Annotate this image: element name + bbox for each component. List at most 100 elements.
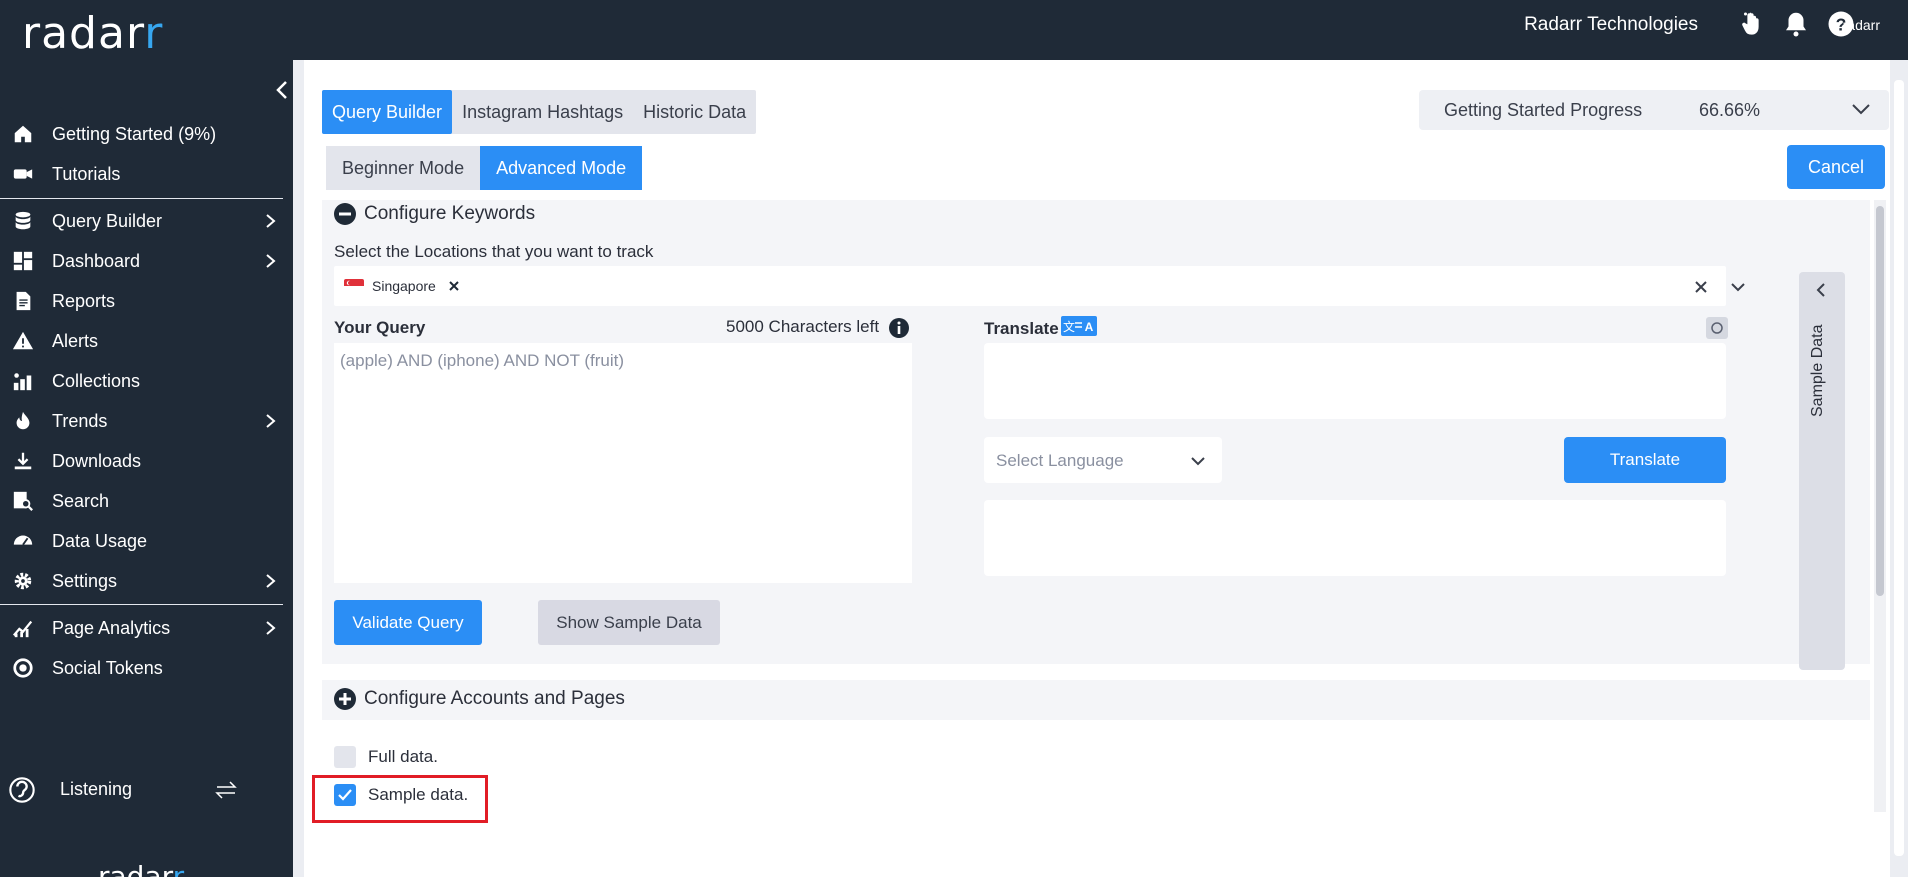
- home-icon: [14, 125, 32, 143]
- sidebar-item-collections[interactable]: Collections: [0, 361, 293, 401]
- language-placeholder: Select Language: [996, 451, 1124, 470]
- touch-icon[interactable]: [1738, 9, 1768, 39]
- app-logo[interactable]: radarr: [22, 8, 163, 59]
- locations-select[interactable]: Singapore: [334, 266, 1745, 306]
- configure-keywords-title: Configure Keywords: [364, 203, 536, 224]
- listening-label: Listening: [60, 779, 133, 799]
- configure-accounts-title: Configure Accounts and Pages: [364, 688, 625, 709]
- sidebar-item-alerts[interactable]: Alerts: [0, 321, 293, 361]
- full-data-option[interactable]: Full data.: [334, 746, 438, 768]
- sidebar-item-search[interactable]: Search: [0, 481, 293, 521]
- sidebar: Getting Started (9%) Tutorials Query Bui…: [0, 60, 293, 877]
- alert-icon: [12, 331, 34, 350]
- translate-button[interactable]: Translate: [1564, 437, 1726, 483]
- cancel-button[interactable]: Cancel: [1787, 145, 1885, 189]
- sample-data-panel-toggle[interactable]: Sample Data: [1799, 272, 1845, 670]
- language-select[interactable]: Select Language: [984, 437, 1222, 483]
- sidebar-divider: [0, 198, 283, 199]
- translate-icon: 文A: [1061, 316, 1097, 336]
- chevron-down-icon: [1191, 457, 1205, 466]
- collections-icon: [13, 373, 32, 391]
- locations-label: Select the Locations that you want to tr…: [334, 242, 654, 261]
- listening-icon: [9, 777, 35, 803]
- sidebar-item-query-builder[interactable]: Query Builder: [0, 201, 293, 241]
- token-icon: [13, 658, 33, 678]
- svg-text:文: 文: [1063, 319, 1075, 334]
- analytics-icon: [12, 620, 33, 638]
- chevron-down-icon: [1852, 104, 1870, 115]
- info-icon[interactable]: [888, 317, 910, 339]
- content-scrollbar-thumb[interactable]: [1876, 206, 1884, 596]
- clear-icon[interactable]: [1694, 280, 1708, 294]
- trends-icon: [16, 411, 30, 430]
- configure-keywords-header[interactable]: Configure Keywords: [334, 203, 535, 225]
- remove-chip-icon[interactable]: [448, 280, 460, 292]
- characters-left: 5000 Characters left: [726, 317, 880, 336]
- reset-translate-button[interactable]: [1706, 317, 1728, 339]
- gear-icon: [14, 572, 32, 590]
- sidebar-divider: [0, 604, 283, 605]
- full-data-checkbox[interactable]: [334, 746, 356, 768]
- sidebar-item-tutorials[interactable]: Tutorials: [0, 154, 293, 194]
- location-chip-label: Singapore: [372, 278, 436, 294]
- dashboard-icon: [13, 251, 33, 271]
- advanced-mode-button[interactable]: Advanced Mode: [480, 146, 643, 190]
- getting-started-progress[interactable]: Getting Started Progress 66.66%: [1419, 90, 1889, 130]
- expand-plus-icon: [334, 688, 356, 710]
- chevron-left-icon: [1816, 283, 1825, 297]
- bell-icon[interactable]: [1781, 9, 1811, 39]
- database-icon: [15, 211, 31, 230]
- tab-instagram-hashtags[interactable]: Instagram Hashtags: [452, 90, 633, 134]
- configure-accounts-header[interactable]: Configure Accounts and Pages: [334, 688, 625, 710]
- mode-toggle: Beginner Mode Advanced Mode: [326, 146, 643, 190]
- full-data-label: Full data.: [368, 747, 438, 766]
- chevron-right-icon: [266, 414, 276, 428]
- page-scrollbar[interactable]: [1890, 60, 1908, 877]
- video-icon: [13, 169, 33, 179]
- chevron-right-icon: [266, 574, 276, 588]
- progress-value: 66.66%: [1699, 100, 1761, 120]
- tab-query-builder[interactable]: Query Builder: [322, 90, 453, 134]
- sidebar-item-data-usage[interactable]: Data Usage: [0, 521, 293, 561]
- translate-input[interactable]: [984, 343, 1726, 419]
- sidebar-item-downloads[interactable]: Downloads: [0, 441, 293, 481]
- sidebar-item-dashboard[interactable]: Dashboard: [0, 241, 293, 281]
- top-bar: radarr Radarr Technologies ? radarr: [0, 0, 1908, 60]
- configure-accounts-card: Configure Accounts and Pages: [322, 680, 1870, 720]
- validate-query-button[interactable]: Validate Query: [334, 600, 482, 645]
- mini-logo[interactable]: radarr: [1843, 17, 1880, 33]
- sidebar-item-settings[interactable]: Settings: [0, 561, 293, 601]
- content-scrollbar[interactable]: [1874, 200, 1886, 812]
- tab-historic-data[interactable]: Historic Data: [633, 90, 756, 134]
- sidebar-item-getting-started[interactable]: Getting Started (9%): [0, 114, 293, 154]
- swap-icon[interactable]: [215, 780, 237, 800]
- gauge-icon: [13, 535, 33, 546]
- sidebar-logo: radarr: [98, 860, 185, 877]
- singapore-flag-icon: [344, 279, 364, 293]
- query-textarea[interactable]: [334, 343, 912, 583]
- listening-toggle[interactable]: Listening: [0, 770, 293, 810]
- refresh-icon: [1711, 322, 1723, 334]
- sidebar-item-social-tokens[interactable]: Social Tokens: [0, 648, 293, 688]
- collapse-sidebar-icon[interactable]: [274, 80, 290, 100]
- progress-label: Getting Started Progress: [1444, 100, 1643, 120]
- location-chip: Singapore: [344, 271, 460, 301]
- organization-name[interactable]: Radarr Technologies: [1524, 14, 1698, 36]
- beginner-mode-button[interactable]: Beginner Mode: [326, 146, 481, 190]
- page-scrollbar-thumb[interactable]: [1894, 80, 1904, 856]
- highlight-box: [312, 775, 488, 823]
- source-tabs: Query Builder Instagram Hashtags Histori…: [322, 90, 757, 134]
- download-icon: [14, 452, 32, 470]
- sidebar-item-trends[interactable]: Trends: [0, 401, 293, 441]
- main-panel: Query Builder Instagram Hashtags Histori…: [304, 60, 1908, 877]
- show-sample-data-button[interactable]: Show Sample Data: [538, 600, 720, 645]
- translate-output[interactable]: [984, 500, 1726, 576]
- chevron-right-icon: [266, 621, 276, 635]
- sidebar-item-page-analytics[interactable]: Page Analytics: [0, 608, 293, 648]
- search-icon: [13, 491, 33, 511]
- svg-text:A: A: [1085, 320, 1094, 334]
- report-icon: [16, 291, 31, 311]
- sidebar-item-reports[interactable]: Reports: [0, 281, 293, 321]
- translate-label: Translate: [984, 319, 1059, 338]
- chevron-down-icon[interactable]: [1730, 281, 1746, 293]
